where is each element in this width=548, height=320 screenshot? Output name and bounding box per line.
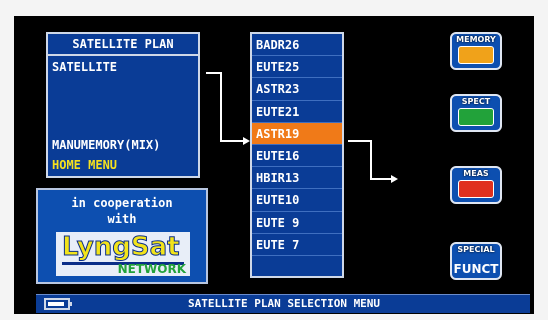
satellite-list-item[interactable]: HBIR13	[252, 167, 342, 190]
meas-icon	[458, 180, 494, 198]
satellite-list-item[interactable]: EUTE 9	[252, 212, 342, 234]
special-funct-label: FUNCT	[453, 262, 499, 276]
partner-panel: in cooperation with LyngSat NETWORK	[36, 188, 208, 284]
menu-item-satellite[interactable]: SATELLITE	[52, 60, 117, 74]
device-screen: SATELLITE PLAN SATELLITE MANUMEMORY(MIX)…	[14, 16, 534, 314]
arrow-head-icon	[243, 137, 250, 145]
satellite-list-item[interactable]: BADR26	[252, 34, 342, 57]
connector-arrow	[348, 140, 372, 142]
lyngsat-logo-network: NETWORK	[117, 262, 186, 276]
meas-button[interactable]: MEAS	[450, 166, 502, 204]
satellite-list[interactable]: BADR26 EUTE25 ASTR23 EUTE21 ASTR19 EUTE1…	[250, 32, 344, 278]
satellite-list-item[interactable]: EUTE21	[252, 101, 342, 123]
special-button-label: SPECIAL	[457, 245, 495, 254]
arrow-head-icon	[391, 175, 398, 183]
satellite-list-item[interactable]: ASTR23	[252, 78, 342, 101]
status-bar-text: SATELLITE PLAN SELECTION MENU	[188, 297, 381, 310]
meas-button-label: MEAS	[463, 169, 489, 178]
partner-line-1: in cooperation	[71, 196, 173, 210]
lyngsat-logo: LyngSat NETWORK	[56, 232, 190, 276]
connector-arrow	[220, 72, 222, 142]
satellite-plan-title: SATELLITE PLAN	[48, 34, 198, 56]
memory-button-label: MEMORY	[456, 35, 496, 44]
spectrum-icon	[458, 108, 494, 126]
memory-icon	[458, 46, 494, 64]
status-bar: SATELLITE PLAN SELECTION MENU	[36, 294, 530, 313]
satellite-list-item[interactable]: EUTE16	[252, 145, 342, 168]
partner-line-2: with	[107, 212, 137, 226]
lyngsat-logo-word: LyngSat	[62, 232, 181, 263]
special-button[interactable]: SPECIAL FUNCT	[450, 242, 502, 280]
battery-icon	[44, 298, 72, 310]
satellite-list-item[interactable]: EUTE25	[252, 56, 342, 79]
menu-item-manumemory[interactable]: MANUMEMORY(MIX)	[52, 138, 160, 152]
connector-arrow	[370, 178, 392, 180]
spect-button[interactable]: SPECT	[450, 94, 502, 132]
menu-item-home[interactable]: HOME MENU	[52, 158, 117, 172]
satellite-list-item-selected[interactable]: ASTR19	[252, 122, 342, 145]
memory-button[interactable]: MEMORY	[450, 32, 502, 70]
connector-arrow	[220, 140, 244, 142]
satellite-list-item[interactable]: EUTE10	[252, 189, 342, 212]
satellite-list-item[interactable]: EUTE 7	[252, 234, 342, 256]
satellite-plan-panel: SATELLITE PLAN SATELLITE MANUMEMORY(MIX)…	[46, 32, 200, 178]
connector-arrow	[370, 140, 372, 180]
spect-button-label: SPECT	[461, 97, 491, 106]
